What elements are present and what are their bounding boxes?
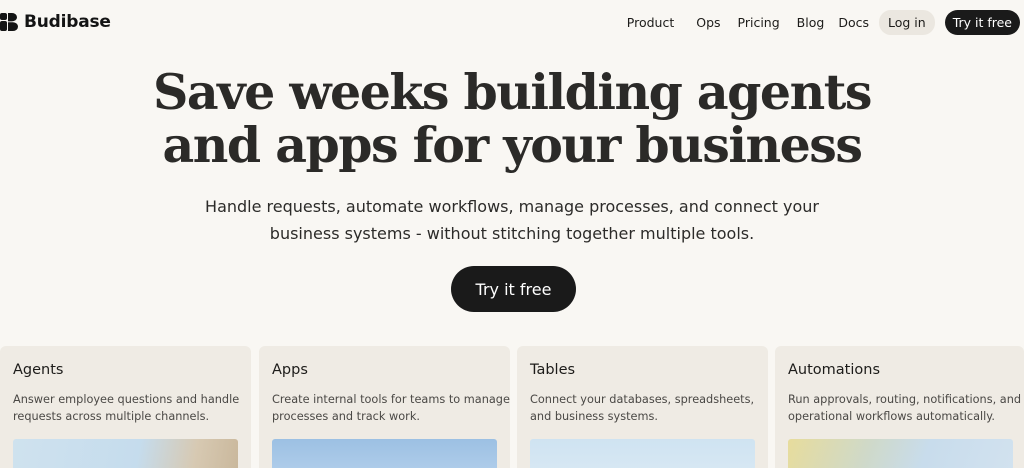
card-description: Answer employee questions and handle req… xyxy=(13,391,245,425)
nav-link-docs[interactable]: Docs xyxy=(838,15,869,30)
card-preview-image xyxy=(13,439,238,468)
nav-links: Product Ops Pricing Blog Docs Log in Try… xyxy=(627,10,1020,35)
hero-subtitle-line-2: business systems - without stitching tog… xyxy=(269,224,755,243)
budibase-logo-icon xyxy=(0,13,18,31)
nav-try-free-button[interactable]: Try it free xyxy=(944,10,1020,35)
card-description-line: requests across multiple channels. xyxy=(13,410,210,423)
brand-logo[interactable]: Budibase xyxy=(0,11,111,33)
card-description-line: Connect your databases, spreadsheets, xyxy=(530,393,755,406)
card-description-line: processes and track work. xyxy=(272,410,420,423)
card-description-line: operational workflows automatically. xyxy=(788,410,995,423)
card-preview-image xyxy=(788,439,1013,468)
feature-card-agents[interactable]: Agents Answer employee questions and han… xyxy=(0,346,251,468)
card-title: Apps xyxy=(272,362,308,378)
hero-subtitle-line-1: Handle requests, automate workflows, man… xyxy=(205,197,819,216)
hero-try-free-button[interactable]: Try it free xyxy=(451,266,576,312)
top-navigation: Budibase Product Ops Pricing Blog Docs L… xyxy=(0,0,1024,44)
card-description-line: Answer employee questions and handle xyxy=(13,393,240,406)
nav-link-product[interactable]: Product xyxy=(627,15,674,30)
card-description: Run approvals, routing, notifications, a… xyxy=(788,391,1022,425)
hero-title: Save weeks building agents and apps for … xyxy=(0,66,1024,172)
card-title: Agents xyxy=(13,362,64,378)
hero-subtitle: Handle requests, automate workflows, man… xyxy=(0,193,1024,247)
feature-card-automations[interactable]: Automations Run approvals, routing, noti… xyxy=(775,346,1024,468)
card-preview-image xyxy=(272,439,497,468)
card-description: Create internal tools for teams to manag… xyxy=(272,391,510,425)
card-description-line: and business systems. xyxy=(530,410,658,423)
login-button[interactable]: Log in xyxy=(878,10,935,35)
card-description-line: Create internal tools for teams to manag… xyxy=(272,393,510,406)
hero-title-line-1: Save weeks building agents xyxy=(153,63,872,121)
nav-link-blog[interactable]: Blog xyxy=(797,15,825,30)
nav-link-ops[interactable]: Ops xyxy=(696,15,720,30)
hero-title-line-2: and apps for your business xyxy=(162,116,863,174)
card-title: Automations xyxy=(788,362,881,378)
feature-card-tables[interactable]: Tables Connect your databases, spreadshe… xyxy=(517,346,768,468)
feature-card-apps[interactable]: Apps Create internal tools for teams to … xyxy=(259,346,510,468)
brand-name: Budibase xyxy=(24,12,111,32)
card-preview-image xyxy=(530,439,755,468)
card-description-line: Run approvals, routing, notifications, a… xyxy=(788,393,1022,406)
nav-link-pricing[interactable]: Pricing xyxy=(738,15,780,30)
card-description: Connect your databases, spreadsheets, an… xyxy=(530,391,762,425)
card-title: Tables xyxy=(530,362,576,378)
